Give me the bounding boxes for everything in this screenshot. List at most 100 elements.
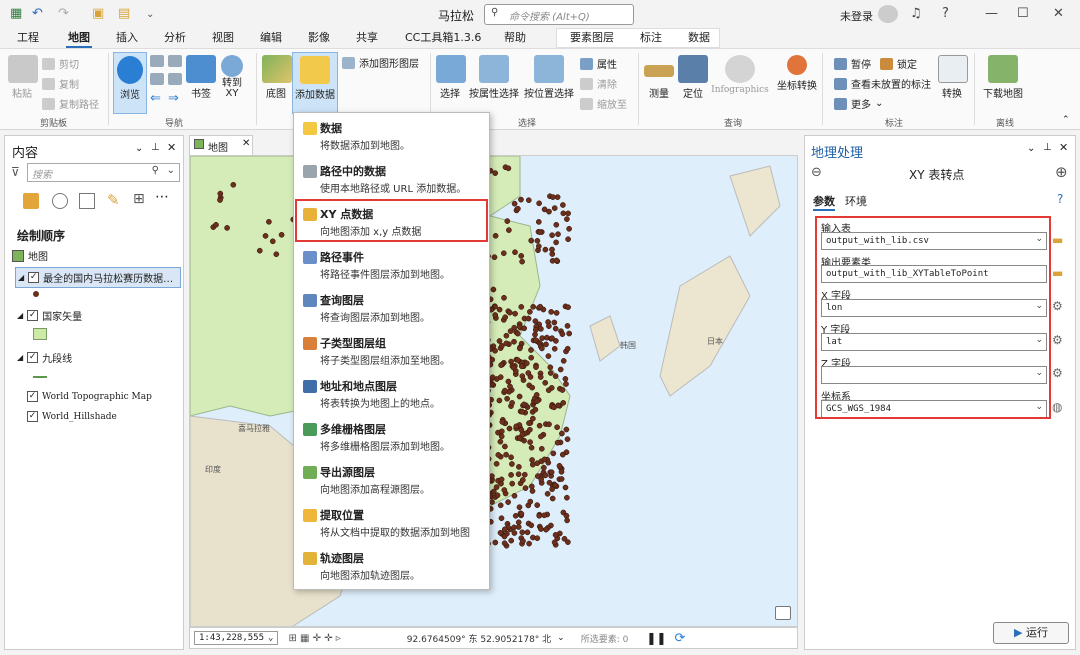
- back-icon[interactable]: ⊖: [811, 165, 822, 180]
- scale-selector[interactable]: 1:43,228,555 ⌄: [194, 631, 279, 645]
- tab-environments[interactable]: 环境: [845, 193, 867, 209]
- close-pane-icon[interactable]: ✕: [167, 141, 176, 154]
- layer-world-hillshade[interactable]: ✓ World_Hillshade: [17, 411, 117, 422]
- menu-item-data-from-path[interactable]: 路径中的数据 使用本地路径或 URL 添加数据。: [302, 162, 484, 202]
- maximize-icon[interactable]: ☐: [1017, 6, 1029, 21]
- menu-item-extract-locations[interactable]: 提取位置 将从文档中提取的数据添加到地图: [302, 506, 484, 546]
- list-by-data-source-icon[interactable]: [52, 193, 68, 209]
- close-tab-icon[interactable]: ✕: [242, 138, 250, 149]
- help-icon[interactable]: ?: [942, 6, 949, 21]
- pane-options-icon[interactable]: ⌄: [1027, 143, 1035, 154]
- infographics-button[interactable]: Infographics: [708, 55, 772, 95]
- layer-marathon-data[interactable]: ◢ ✓ 最全的国内马拉松赛历数据…: [15, 267, 181, 288]
- more-labeling-button[interactable]: 更多 ⌄: [834, 96, 883, 111]
- gear-icon[interactable]: ⚙: [1052, 366, 1063, 380]
- cut-button[interactable]: 剪切: [42, 56, 79, 71]
- add-icon[interactable]: ⊕: [1055, 163, 1068, 181]
- globe-icon[interactable]: ◍: [1052, 400, 1062, 414]
- layer-checkbox[interactable]: ✓: [28, 272, 40, 283]
- minimize-icon[interactable]: —: [985, 6, 998, 21]
- tab-help[interactable]: 帮助: [502, 30, 528, 48]
- list-by-editing-icon[interactable]: ✎: [107, 191, 120, 209]
- menu-item-trajectory-layer[interactable]: 轨迹图层 向地图添加轨迹图层。: [302, 549, 484, 589]
- menu-item-multidimensional-raster[interactable]: 多维栅格图层 将多维栅格图层添加到地图。: [302, 420, 484, 460]
- new-project-icon[interactable]: ▣: [92, 6, 104, 21]
- explore-button[interactable]: 浏览: [113, 52, 147, 114]
- menu-item-query-layer[interactable]: 查询图层 将查询图层添加到地图。: [302, 291, 484, 331]
- status-tools-icon[interactable]: ⊞ ▦ ✛ ✛ ▹: [288, 633, 340, 644]
- pause-labels-button[interactable]: 暂停: [834, 56, 871, 71]
- menu-item-subtype-group-layer[interactable]: 子类型图层组 将子类型图层组添加至地图。: [302, 334, 484, 374]
- select-by-attributes-button[interactable]: 按属性选择: [468, 55, 520, 100]
- layer-country-vector[interactable]: ◢ ✓ 国家矢量: [17, 308, 82, 323]
- help-icon[interactable]: ?: [1057, 192, 1063, 206]
- tab-cc-toolbox[interactable]: CC工具箱1.3.6: [403, 30, 483, 48]
- copy-button[interactable]: 复制: [42, 76, 79, 91]
- coordinate-conversion-button[interactable]: 坐标转换: [775, 55, 819, 92]
- select-button[interactable]: 选择: [436, 55, 466, 100]
- list-by-selection-icon[interactable]: [79, 193, 95, 209]
- locate-button[interactable]: 定位: [678, 55, 708, 100]
- select-by-location-button[interactable]: 按位置选择: [523, 55, 575, 100]
- layer-checkbox[interactable]: ✓: [27, 352, 39, 363]
- menu-item-elevation-source-layer[interactable]: 导出源图层 向地图添加高程源图层。: [302, 463, 484, 503]
- browse-folder-icon[interactable]: ▬: [1052, 266, 1063, 280]
- close-window-icon[interactable]: ✕: [1053, 6, 1064, 21]
- map-overview-icon[interactable]: [775, 606, 791, 620]
- contents-search-input[interactable]: 搜索 ⚲ ⌄: [27, 163, 180, 182]
- tab-feature-layer[interactable]: 要素图层: [568, 30, 616, 48]
- refresh-icon[interactable]: ⟳: [674, 631, 685, 646]
- add-graphics-layer-button[interactable]: 添加图形图层: [342, 55, 419, 70]
- more-options-icon[interactable]: ⋯: [155, 189, 169, 205]
- tab-parameters[interactable]: 参数: [813, 193, 835, 211]
- measure-button[interactable]: 测量: [644, 55, 674, 100]
- map-canvas[interactable]: 韩国 日本 喜马拉雅 印度: [189, 155, 798, 627]
- next-extent-icon[interactable]: ⇒: [168, 91, 179, 106]
- paste-button[interactable]: 粘贴: [8, 55, 38, 100]
- gear-icon[interactable]: ⚙: [1052, 299, 1063, 313]
- view-unplaced-labels-button[interactable]: 查看未放置的标注: [834, 76, 931, 91]
- collapse-ribbon-icon[interactable]: ⌃: [1062, 115, 1070, 125]
- layer-world-topographic[interactable]: ✓ World Topographic Map: [17, 391, 152, 402]
- browse-folder-icon[interactable]: ▬: [1052, 233, 1063, 247]
- layer-checkbox[interactable]: ✓: [27, 310, 39, 321]
- tab-analysis[interactable]: 分析: [162, 30, 188, 48]
- tab-project[interactable]: 工程: [15, 30, 41, 48]
- filter-icon[interactable]: ⊽: [11, 165, 20, 179]
- pin-icon[interactable]: ⊥: [151, 142, 160, 153]
- chevron-down-icon[interactable]: ⌄: [557, 633, 565, 643]
- add-data-button[interactable]: 添加数据: [292, 52, 338, 114]
- layer-checkbox[interactable]: ✓: [27, 411, 38, 422]
- clear-selection-button[interactable]: 清除: [580, 76, 617, 91]
- zoom-selection-icon[interactable]: [168, 73, 182, 85]
- tab-data[interactable]: 数据: [686, 30, 712, 48]
- previous-extent-icon[interactable]: ⇐: [150, 91, 161, 106]
- command-search-input[interactable]: ⚲ 命令搜索 (Alt+Q): [484, 4, 634, 25]
- layer-nine-dash-line[interactable]: ◢ ✓ 九段线: [17, 350, 72, 365]
- redo-icon[interactable]: ↷: [58, 6, 69, 21]
- tab-share[interactable]: 共享: [354, 30, 380, 48]
- download-map-button[interactable]: 下载地图: [980, 55, 1026, 100]
- tab-map[interactable]: 地图: [66, 30, 92, 48]
- basemap-button[interactable]: 底图: [262, 55, 292, 100]
- list-by-snapping-icon[interactable]: ⊞: [133, 191, 145, 207]
- convert-labels-button[interactable]: 转换: [938, 55, 968, 100]
- pause-drawing-icon[interactable]: ❚❚: [646, 631, 666, 645]
- zoom-to-selection-button[interactable]: 缩放至: [580, 96, 627, 111]
- menu-item-address-location-layer[interactable]: 地址和地点图层 将表转换为地图上的地点。: [302, 377, 484, 417]
- attributes-button[interactable]: 属性: [580, 56, 617, 71]
- layer-map[interactable]: 地图: [12, 248, 48, 263]
- user-avatar-icon[interactable]: [878, 5, 898, 23]
- customize-quick-access-icon[interactable]: ⌄: [146, 9, 154, 20]
- copy-path-button[interactable]: 复制路径: [42, 96, 99, 111]
- undo-icon[interactable]: ↶: [32, 6, 43, 21]
- run-button[interactable]: ▶ 运行: [993, 622, 1069, 644]
- zoom-layer-icon[interactable]: [150, 73, 164, 85]
- tab-edit[interactable]: 编辑: [258, 30, 284, 48]
- zoom-full-extent-icon[interactable]: [150, 55, 164, 67]
- menu-item-route-events[interactable]: 路径事件 将路径事件图层添加到地图。: [302, 248, 484, 288]
- bookmarks-button[interactable]: 书签: [186, 55, 216, 100]
- tab-view[interactable]: 视图: [210, 30, 236, 48]
- list-by-drawing-order-icon[interactable]: [23, 193, 39, 209]
- open-project-icon[interactable]: ▤: [118, 6, 130, 21]
